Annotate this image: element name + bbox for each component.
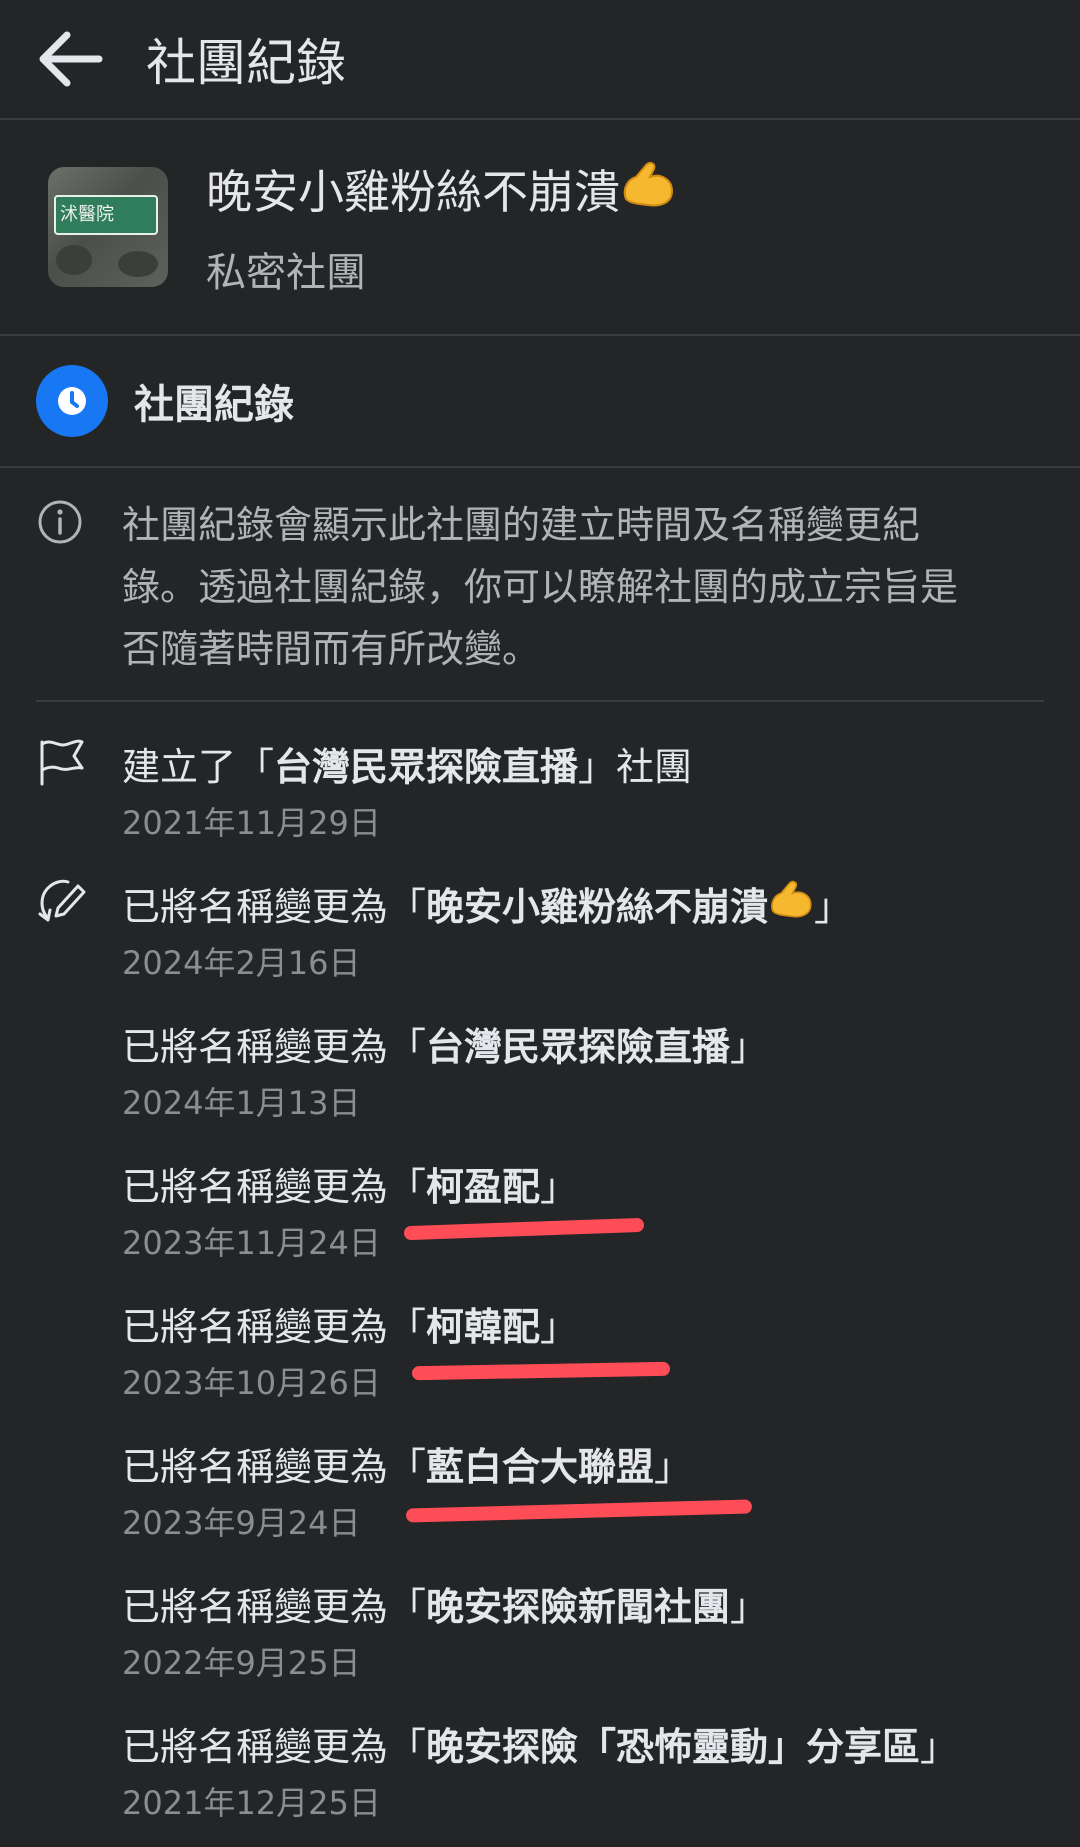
red-underline-annotation bbox=[411, 1361, 671, 1381]
history-prefix: 已將名稱變更為「 bbox=[122, 1165, 427, 1209]
history-suffix: 」 bbox=[540, 1305, 579, 1349]
history-list: 建立了「 台灣民眾探險直播 」社團 2021年11月29日 已將名稱變更為「 晚安小雞… bbox=[0, 702, 1080, 1846]
back-button[interactable] bbox=[30, 19, 110, 99]
history-entry: 已將名稱變更為「 晚安小雞粉絲不崩潰 」 2024年2月16日 bbox=[0, 866, 1080, 1006]
page-title: 社團紀錄 bbox=[146, 34, 346, 92]
section-title: 社團紀錄 bbox=[134, 382, 294, 428]
history-prefix: 已將名稱變更為「 bbox=[122, 1445, 427, 1489]
group-name-text: 晚安小雞粉絲不崩潰 bbox=[206, 165, 620, 219]
history-name: 柯盈配 bbox=[426, 1165, 541, 1209]
history-suffix: 」社團 bbox=[578, 745, 693, 789]
flexed-biceps-icon bbox=[620, 159, 676, 220]
group-card[interactable]: 沭醫院 晚安小雞粉絲不崩潰 私密社團 bbox=[0, 120, 1080, 336]
clock-icon bbox=[36, 365, 108, 437]
info-block: 社團紀錄會顯示此社團的建立時間及名稱變更紀錄。透過社團紀錄，你可以瞭解社團的成立… bbox=[0, 468, 1080, 680]
group-avatar: 沭醫院 bbox=[48, 167, 168, 287]
red-underline-annotation bbox=[405, 1499, 753, 1523]
history-prefix: 已將名稱變更為「 bbox=[122, 1725, 427, 1769]
history-entry: 已將名稱變更為「 晚安探險「恐怖靈動」分享區」 2021年12月25日 bbox=[0, 1706, 1080, 1846]
history-name: 台灣民眾探險直播 bbox=[426, 1025, 731, 1069]
history-entry: 已將名稱變更為「 台灣民眾探險直播」 2024年1月13日 bbox=[0, 1006, 1080, 1146]
history-text: 已將名稱變更為「 柯盈配」 bbox=[122, 1156, 578, 1211]
history-date: 2024年2月16日 bbox=[122, 944, 361, 982]
avatar-sign-text: 沭醫院 bbox=[54, 195, 158, 235]
flexed-biceps-icon bbox=[768, 878, 814, 929]
group-privacy: 私密社團 bbox=[206, 250, 366, 296]
history-entry: 已將名稱變更為「 柯盈配」 2023年11月24日 bbox=[0, 1146, 1080, 1286]
history-name: 晚安探險新聞社團 bbox=[426, 1585, 731, 1629]
history-suffix: 」 bbox=[654, 1445, 693, 1489]
history-text: 已將名稱變更為「 柯韓配」 bbox=[122, 1296, 578, 1351]
history-suffix: 」 bbox=[730, 1025, 769, 1069]
history-name: 晚安小雞粉絲不崩潰 bbox=[426, 885, 769, 929]
history-text: 已將名稱變更為「 晚安小雞粉絲不崩潰 」 bbox=[122, 876, 852, 931]
info-icon bbox=[38, 500, 82, 544]
history-suffix: 」 bbox=[730, 1585, 769, 1629]
history-text: 已將名稱變更為「 晚安探險「恐怖靈動」分享區」 bbox=[122, 1716, 958, 1771]
history-name: 晚安探險「恐怖靈動」分享區 bbox=[426, 1725, 921, 1769]
rename-icon bbox=[38, 879, 86, 922]
section-header: 社團紀錄 bbox=[0, 336, 1080, 468]
history-prefix: 已將名稱變更為「 bbox=[122, 1585, 427, 1629]
history-date: 2021年12月25日 bbox=[122, 1784, 381, 1822]
history-date: 2024年1月13日 bbox=[122, 1084, 361, 1122]
history-entry: 已將名稱變更為「 藍白合大聯盟」 2023年9月24日 bbox=[0, 1426, 1080, 1566]
flag-icon bbox=[40, 739, 84, 786]
history-date: 2022年9月25日 bbox=[122, 1644, 361, 1682]
history-entry: 已將名稱變更為「 柯韓配」 2023年10月26日 bbox=[0, 1286, 1080, 1426]
history-date: 2021年11月29日 bbox=[122, 804, 381, 842]
arrow-left-icon bbox=[39, 31, 103, 87]
history-text: 建立了「 台灣民眾探險直播 」社團 bbox=[122, 736, 692, 791]
info-text: 社團紀錄會顯示此社團的建立時間及名稱變更紀錄。透過社團紀錄，你可以瞭解社團的成立… bbox=[122, 503, 959, 671]
history-entry: 建立了「 台灣民眾探險直播 」社團 2021年11月29日 bbox=[0, 726, 1080, 866]
history-text: 已將名稱變更為「 藍白合大聯盟」 bbox=[122, 1436, 692, 1491]
history-suffix: 」 bbox=[920, 1725, 959, 1769]
history-prefix: 已將名稱變更為「 bbox=[122, 885, 427, 929]
history-name: 柯韓配 bbox=[426, 1305, 541, 1349]
top-bar: 社團紀錄 bbox=[0, 0, 1080, 120]
history-date: 2023年9月24日 bbox=[122, 1504, 361, 1542]
group-info: 晚安小雞粉絲不崩潰 私密社團 bbox=[206, 156, 676, 298]
history-text: 已將名稱變更為「 台灣民眾探險直播」 bbox=[122, 1016, 768, 1071]
history-prefix: 已將名稱變更為「 bbox=[122, 1025, 427, 1069]
red-underline-annotation bbox=[403, 1217, 645, 1241]
history-name: 台灣民眾探險直播 bbox=[274, 745, 579, 789]
history-name: 藍白合大聯盟 bbox=[426, 1445, 655, 1489]
history-text: 已將名稱變更為「 晚安探險新聞社團」 bbox=[122, 1576, 768, 1631]
history-prefix: 建立了「 bbox=[122, 745, 275, 789]
group-name: 晚安小雞粉絲不崩潰 bbox=[206, 156, 676, 222]
history-suffix: 」 bbox=[540, 1165, 579, 1209]
history-date: 2023年11月24日 bbox=[122, 1224, 381, 1262]
history-suffix: 」 bbox=[814, 885, 853, 929]
history-entry: 已將名稱變更為「 晚安探險新聞社團」 2022年9月25日 bbox=[0, 1566, 1080, 1706]
history-prefix: 已將名稱變更為「 bbox=[122, 1305, 427, 1349]
history-date: 2023年10月26日 bbox=[122, 1364, 381, 1402]
